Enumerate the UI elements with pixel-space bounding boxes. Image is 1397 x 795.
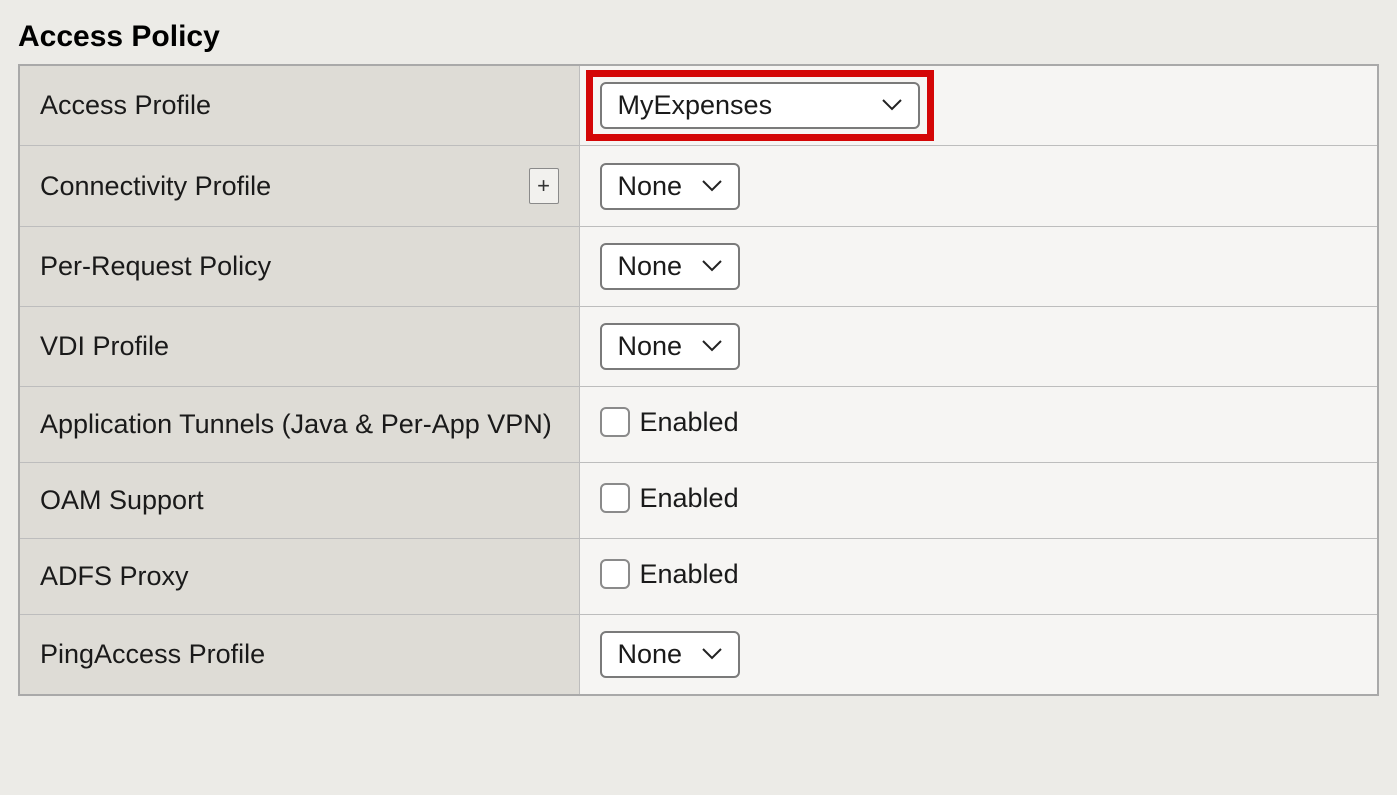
adfs-proxy-checkbox-label: Enabled xyxy=(640,559,739,590)
row-adfs-proxy: ADFS Proxy Enabled xyxy=(19,539,1378,615)
row-access-profile: Access Profile MyExpenses xyxy=(19,65,1378,146)
chevron-down-icon xyxy=(882,95,902,116)
per-request-policy-value: None xyxy=(618,251,683,282)
add-connectivity-profile-button[interactable]: + xyxy=(529,168,559,204)
row-pingaccess-profile: PingAccess Profile None xyxy=(19,615,1378,696)
oam-support-checkbox-label: Enabled xyxy=(640,483,739,514)
access-policy-table: Access Profile MyExpenses xyxy=(18,64,1379,696)
row-per-request-policy: Per-Request Policy None xyxy=(19,227,1378,307)
row-vdi-profile: VDI Profile None xyxy=(19,307,1378,387)
label-access-profile: Access Profile xyxy=(40,90,211,120)
section-title: Access Policy xyxy=(18,20,1379,54)
row-app-tunnels: Application Tunnels (Java & Per-App VPN)… xyxy=(19,387,1378,463)
chevron-down-icon xyxy=(702,336,722,357)
oam-support-checkbox[interactable] xyxy=(600,483,630,513)
label-oam-support: OAM Support xyxy=(40,485,204,515)
adfs-proxy-checkbox[interactable] xyxy=(600,559,630,589)
connectivity-profile-select[interactable]: None xyxy=(600,163,741,210)
chevron-down-icon xyxy=(702,644,722,665)
label-connectivity-profile: Connectivity Profile xyxy=(40,171,271,202)
label-pingaccess-profile: PingAccess Profile xyxy=(40,639,265,669)
pingaccess-profile-select[interactable]: None xyxy=(600,631,741,678)
label-vdi-profile: VDI Profile xyxy=(40,331,169,361)
row-connectivity-profile: Connectivity Profile + None xyxy=(19,146,1378,227)
vdi-profile-value: None xyxy=(618,331,683,362)
label-app-tunnels: Application Tunnels (Java & Per-App VPN) xyxy=(40,409,552,439)
label-adfs-proxy: ADFS Proxy xyxy=(40,561,189,591)
row-oam-support: OAM Support Enabled xyxy=(19,463,1378,539)
per-request-policy-select[interactable]: None xyxy=(600,243,741,290)
app-tunnels-checkbox[interactable] xyxy=(600,407,630,437)
vdi-profile-select[interactable]: None xyxy=(600,323,741,370)
chevron-down-icon xyxy=(702,176,722,197)
access-profile-value: MyExpenses xyxy=(618,90,773,121)
pingaccess-profile-value: None xyxy=(618,639,683,670)
connectivity-profile-value: None xyxy=(618,171,683,202)
app-tunnels-checkbox-label: Enabled xyxy=(640,407,739,438)
label-per-request-policy: Per-Request Policy xyxy=(40,251,271,281)
access-profile-select[interactable]: MyExpenses xyxy=(600,82,920,129)
chevron-down-icon xyxy=(702,256,722,277)
